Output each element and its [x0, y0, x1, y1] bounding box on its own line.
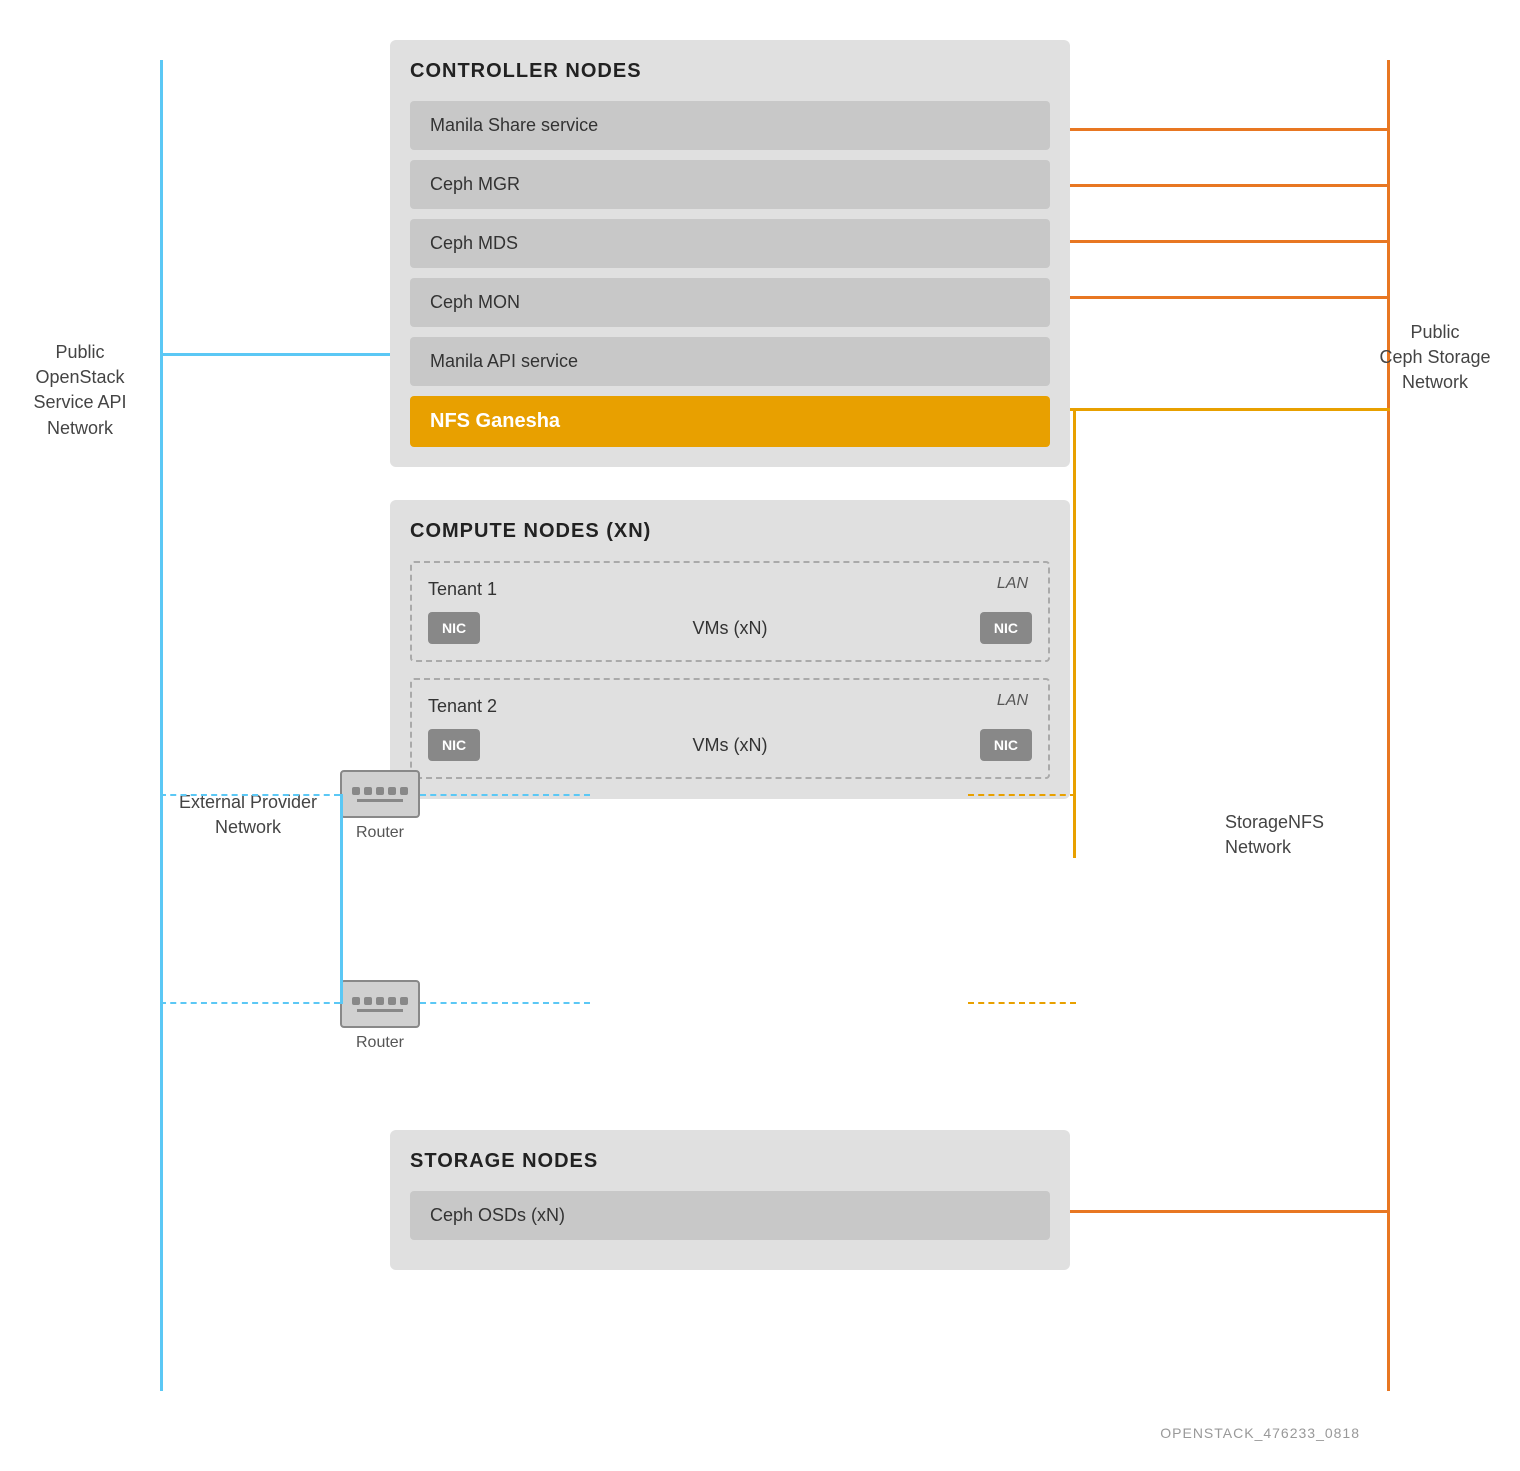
manila-share-service-box: Manila Share service [410, 101, 1050, 150]
orange-line-nfs [1070, 408, 1390, 411]
yellow-dashed-nic2-right [968, 1002, 1076, 1004]
tenant-1-nic-left: NIC [428, 612, 480, 644]
router-1-icon [340, 770, 420, 818]
ceph-mon-box: Ceph MON [410, 278, 1050, 327]
tenant-2-box: Tenant 2 LAN NIC VMs (xN) NIC [410, 678, 1050, 779]
ceph-osds-box: Ceph OSDs (xN) [410, 1191, 1050, 1240]
controller-nodes-title: CONTROLLER NODES [410, 60, 1050, 83]
router-1-label: Router [340, 824, 420, 842]
orange-line-ceph-mon [1070, 296, 1390, 299]
tenant-2-label: Tenant 2 [428, 696, 1032, 717]
orange-line-ceph-mgr [1070, 184, 1390, 187]
storagenfs-label: StorageNFS Network [1225, 810, 1365, 860]
cyan-vertical-left [160, 353, 163, 1013]
ceph-mds-box: Ceph MDS [410, 219, 1050, 268]
right-network-label: Public Ceph Storage Network [1370, 320, 1500, 396]
cyan-dashed-to-router2 [160, 1002, 340, 1004]
router-2-label: Router [340, 1034, 420, 1052]
router-2-dots [352, 997, 408, 1005]
tenant-1-lan-label: LAN [997, 575, 1028, 593]
tenant-2-lan-label: LAN [997, 692, 1028, 710]
tenant-1-label: Tenant 1 [428, 579, 1032, 600]
router-1-dots [352, 787, 408, 795]
diagram-container: Public OpenStack Service API Network Pub… [0, 0, 1520, 1471]
storage-nodes-title: STORAGE NODES [410, 1150, 1050, 1173]
tenant-2-nic-right: NIC [980, 729, 1032, 761]
cyan-vertical-routers [340, 794, 343, 1004]
nfs-ganesha-box: NFS Ganesha [410, 396, 1050, 447]
router-2-icon [340, 980, 420, 1028]
orange-line-manila-share [1070, 128, 1390, 131]
cyan-dashed-router1-to-nic1 [420, 794, 590, 796]
tenant-1-vms: VMs (xN) [490, 618, 970, 639]
tenant-2-nic-left: NIC [428, 729, 480, 761]
yellow-dashed-nic1-right [968, 794, 1076, 796]
router-2-box: Router [340, 980, 420, 1052]
external-provider-label: External Provider Network [168, 790, 328, 840]
compute-nodes-title: COMPUTE NODES (xN) [410, 520, 1050, 543]
orange-line-ceph-osds [1070, 1210, 1390, 1213]
router-1-box: Router [340, 770, 420, 842]
controller-nodes-section: CONTROLLER NODES Manila Share service Ce… [390, 40, 1070, 467]
left-network-label: Public OpenStack Service API Network [20, 340, 140, 441]
tenant-1-nic-row: NIC VMs (xN) NIC [428, 612, 1032, 644]
tenant-2-nic-row: NIC VMs (xN) NIC [428, 729, 1032, 761]
orange-vertical-nfs [1073, 408, 1076, 858]
cyan-dashed-to-router1 [160, 794, 340, 796]
storage-nodes-section: STORAGE NODES Ceph OSDs (xN) [390, 1130, 1070, 1270]
cyan-dashed-router2-to-nic2 [420, 1002, 590, 1004]
cyan-line-manila-api [160, 353, 390, 356]
orange-line-ceph-mds [1070, 240, 1390, 243]
tenant-1-nic-right: NIC [980, 612, 1032, 644]
right-vertical-line [1387, 60, 1390, 1391]
manila-api-service-box: Manila API service [410, 337, 1050, 386]
ceph-mgr-box: Ceph MGR [410, 160, 1050, 209]
tenant-1-box: Tenant 1 LAN NIC VMs (xN) NIC [410, 561, 1050, 662]
tenant-2-vms: VMs (xN) [490, 735, 970, 756]
compute-nodes-section: COMPUTE NODES (xN) Tenant 1 LAN NIC VMs … [390, 500, 1070, 799]
watermark: OPENSTACK_476233_0818 [1160, 1425, 1360, 1441]
